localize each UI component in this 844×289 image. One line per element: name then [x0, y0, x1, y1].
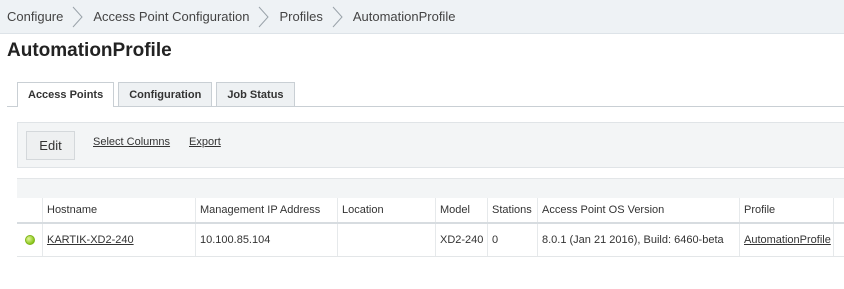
column-header-stations[interactable]: Stations [487, 198, 537, 222]
breadcrumb-automationprofile: AutomationProfile [352, 9, 456, 24]
chevron-right-icon [329, 0, 347, 34]
breadcrumb-access-point-configuration[interactable]: Access Point Configuration [93, 9, 249, 24]
hostname-link[interactable]: KARTIK-XD2-240 [47, 234, 134, 246]
column-header-os-version[interactable]: Access Point OS Version [537, 198, 739, 222]
column-header-status [17, 198, 42, 222]
model-cell: XD2-240 [435, 224, 487, 256]
column-header-hostname[interactable]: Hostname [42, 198, 195, 222]
tab-bar: Access Points Configuration Job Status [17, 82, 299, 107]
tab-configuration[interactable]: Configuration [118, 82, 213, 106]
breadcrumb: Configure Access Point Configuration Pro… [0, 0, 844, 34]
hostname-cell: KARTIK-XD2-240 [42, 224, 195, 256]
status-cell [17, 224, 42, 256]
column-header-extra [833, 198, 844, 222]
management-ip-cell: 10.100.85.104 [195, 224, 337, 256]
chevron-right-icon [255, 0, 273, 34]
grid-top-bar [17, 178, 844, 198]
table-row[interactable]: KARTIK-XD2-240 10.100.85.104 XD2-240 0 8… [17, 224, 844, 257]
export-link[interactable]: Export [189, 136, 221, 148]
column-header-model[interactable]: Model [435, 198, 487, 222]
profile-cell: AutomationProfile [739, 224, 833, 256]
column-header-management-ip[interactable]: Management IP Address [195, 198, 337, 222]
column-header-location[interactable]: Location [337, 198, 435, 222]
edit-button[interactable]: Edit [26, 131, 75, 160]
select-columns-link[interactable]: Select Columns [93, 136, 170, 148]
column-header-profile[interactable]: Profile [739, 198, 833, 222]
breadcrumb-configure[interactable]: Configure [7, 9, 63, 24]
breadcrumb-profiles[interactable]: Profiles [279, 9, 322, 24]
chevron-right-icon [69, 0, 87, 34]
page-title: AutomationProfile [7, 40, 172, 61]
extra-cell [833, 224, 844, 256]
grid-toolbar: Edit Select Columns Export [17, 122, 844, 168]
table-header-row: Hostname Management IP Address Location … [17, 198, 844, 224]
status-online-icon [24, 235, 35, 245]
tab-access-points[interactable]: Access Points [17, 82, 115, 107]
access-points-table: Hostname Management IP Address Location … [17, 198, 844, 257]
location-cell [337, 224, 435, 256]
os-version-cell: 8.0.1 (Jan 21 2016), Build: 6460-beta [537, 224, 739, 256]
profile-link[interactable]: AutomationProfile [744, 234, 831, 246]
stations-cell: 0 [487, 224, 537, 256]
tab-job-status[interactable]: Job Status [216, 82, 295, 106]
tab-divider [7, 106, 844, 107]
